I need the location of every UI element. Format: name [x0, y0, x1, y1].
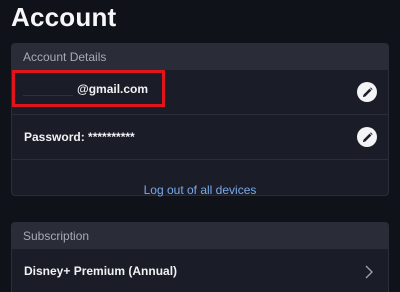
email-redaction	[23, 81, 73, 96]
account-page: Account Account Details Password: ******…	[0, 0, 400, 292]
page-title: Account	[11, 2, 117, 32]
edit-password-button[interactable]	[357, 127, 377, 147]
account-details-header: Account Details	[12, 44, 388, 70]
subscription-plan-row[interactable]: Disney+ Premium (Annual)	[12, 249, 388, 292]
account-details-card: Account Details Password: ********** Log…	[11, 43, 389, 197]
subscription-card: Subscription Disney+ Premium (Annual)	[11, 222, 389, 292]
logout-row: Log out of all devices	[12, 160, 388, 216]
edit-email-button[interactable]	[357, 82, 377, 102]
pencil-icon	[362, 86, 373, 97]
subscription-plan-label: Disney+ Premium (Annual)	[24, 264, 178, 278]
pencil-icon	[362, 131, 373, 142]
logout-all-devices-link[interactable]: Log out of all devices	[144, 164, 257, 216]
subscription-header: Subscription	[12, 223, 388, 249]
password-label: Password: **********	[24, 130, 135, 144]
email-value: @gmail.com	[77, 82, 149, 96]
password-row: Password: **********	[12, 115, 388, 160]
chevron-right-icon	[365, 265, 373, 279]
